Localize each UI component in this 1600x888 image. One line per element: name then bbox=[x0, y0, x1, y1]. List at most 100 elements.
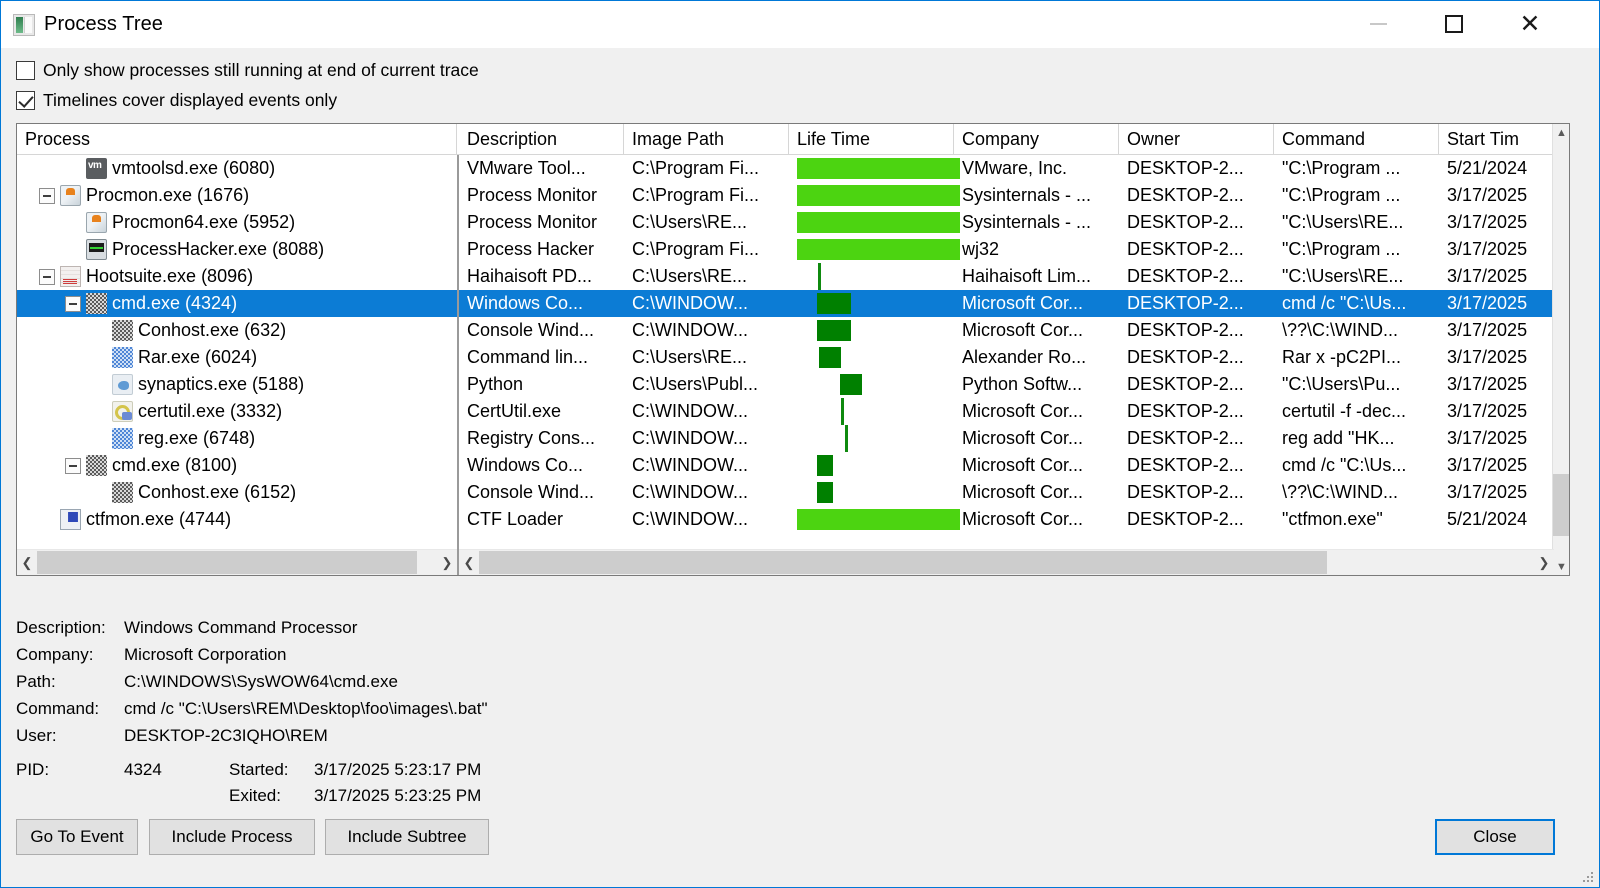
cell-command: \??\C:\WIND... bbox=[1282, 482, 1399, 502]
checkbox-timelines-displayed-only[interactable]: Timelines cover displayed events only bbox=[16, 90, 337, 111]
cell-company: VMware, Inc. bbox=[962, 158, 1068, 178]
process-list-view[interactable]: Process Description Image Path Life Time Com… bbox=[16, 123, 1570, 576]
column-header-company[interactable]: Company bbox=[954, 124, 1119, 154]
data-horizontal-scrollbar-thumb[interactable] bbox=[479, 551, 1327, 574]
table-row[interactable]: Procmon64.exe (5952) Process Monitor C:\Us… bbox=[17, 209, 1554, 236]
process-tree-node[interactable]: Procmon64.exe (5952) bbox=[65, 209, 297, 236]
process-tree-node[interactable]: ctfmon.exe (4744) bbox=[39, 506, 233, 533]
cell-image_path: C:\Program Fi... bbox=[632, 239, 760, 259]
table-row[interactable]: Rar.exe (6024) Command lin... C:\Users\RE.… bbox=[17, 344, 1554, 371]
life-time-bar bbox=[817, 293, 851, 314]
column-header-process[interactable]: Process bbox=[17, 124, 457, 154]
cell-command: "C:\Program ... bbox=[1282, 239, 1401, 259]
cell-start_time: 3/17/2025 bbox=[1447, 482, 1528, 502]
process-details-panel: Description: Windows Command Processor C… bbox=[1, 601, 1599, 811]
data-horizontal-scrollbar[interactable]: ❮ ❯ bbox=[459, 549, 1554, 575]
cell-owner: DESKTOP-2... bbox=[1127, 158, 1244, 178]
checkbox-box[interactable] bbox=[16, 61, 35, 80]
process-tree-node[interactable]: cmd.exe (8100) bbox=[65, 452, 239, 479]
process-tree-node[interactable]: cmd.exe (4324) bbox=[65, 290, 240, 317]
process-tree-node[interactable]: Hootsuite.exe (8096) bbox=[39, 263, 255, 290]
cell-image_path: C:\WINDOW... bbox=[632, 428, 748, 448]
table-row[interactable]: synaptics.exe (5188) Python C:\Users\Publ.… bbox=[17, 371, 1554, 398]
process-tree-node[interactable]: synaptics.exe (5188) bbox=[91, 371, 306, 398]
process-tree-node[interactable]: Rar.exe (6024) bbox=[91, 344, 259, 371]
expander-toggle-icon[interactable] bbox=[39, 187, 55, 204]
life-time-bar bbox=[797, 158, 960, 179]
process-name-label: vmtoolsd.exe (6080) bbox=[112, 158, 276, 178]
column-header-owner[interactable]: Owner bbox=[1119, 124, 1274, 154]
process-tree-node[interactable]: Procmon.exe (1676) bbox=[39, 182, 251, 209]
detail-value-exited: 3/17/2025 5:23:25 PM bbox=[314, 786, 482, 805]
table-row[interactable]: reg.exe (6748) Registry Cons... C:\WINDOW.… bbox=[17, 425, 1554, 452]
expander-toggle-icon[interactable] bbox=[39, 268, 55, 285]
tree-scroll-right-button[interactable]: ❯ bbox=[437, 550, 457, 575]
vertical-scrollbar[interactable]: ▲ ▼ bbox=[1552, 124, 1569, 575]
life-time-bar bbox=[797, 185, 960, 206]
table-row[interactable]: cmd.exe (4324) Windows Co... C:\WINDOW... M… bbox=[17, 290, 1554, 317]
cell-image_path: C:\Users\RE... bbox=[632, 266, 748, 286]
close-button[interactable]: Close bbox=[1435, 819, 1555, 855]
column-header-start_time[interactable]: Start Tim bbox=[1439, 124, 1554, 154]
tree-horizontal-scrollbar[interactable]: ❮ ❯ bbox=[17, 549, 457, 575]
tree-scroll-left-button[interactable]: ❮ bbox=[17, 550, 37, 575]
column-header-command[interactable]: Command bbox=[1274, 124, 1439, 154]
process-tree-node[interactable]: Conhost.exe (632) bbox=[91, 317, 288, 344]
include-subtree-button[interactable]: Include Subtree bbox=[325, 819, 489, 855]
process-name-label: Rar.exe (6024) bbox=[138, 347, 258, 367]
expander-toggle-icon[interactable] bbox=[65, 457, 81, 474]
cell-start_time: 3/17/2025 bbox=[1447, 347, 1528, 367]
detail-label-user: User: bbox=[16, 726, 57, 745]
table-row[interactable]: cmd.exe (8100) Windows Co... C:\WINDOW... M… bbox=[17, 452, 1554, 479]
life-time-bar bbox=[817, 455, 833, 476]
table-row[interactable]: Conhost.exe (6152) Console Wind... C:\WIND… bbox=[17, 479, 1554, 506]
expander-toggle-icon[interactable] bbox=[65, 295, 81, 312]
pane-splitter[interactable] bbox=[457, 155, 459, 575]
cell-company: Microsoft Cor... bbox=[962, 455, 1084, 475]
table-row[interactable]: Procmon.exe (1676) Process Monitor C:\Prog… bbox=[17, 182, 1554, 209]
table-row[interactable]: Hootsuite.exe (8096) Haihaisoft PD... C:\U… bbox=[17, 263, 1554, 290]
table-row[interactable]: certutil.exe (3332) CertUtil.exe C:\WINDOW… bbox=[17, 398, 1554, 425]
data-scroll-right-button[interactable]: ❯ bbox=[1534, 550, 1554, 575]
cell-description: Windows Co... bbox=[467, 455, 584, 475]
resize-grip[interactable] bbox=[1581, 870, 1595, 884]
process-tree-node[interactable]: certutil.exe (3332) bbox=[91, 398, 284, 425]
checkbox-box[interactable] bbox=[16, 91, 35, 110]
scroll-down-button[interactable]: ▼ bbox=[1553, 558, 1569, 575]
go-to-event-button[interactable]: Go To Event bbox=[16, 819, 138, 855]
process-tree-node[interactable]: Conhost.exe (6152) bbox=[91, 479, 298, 506]
table-row[interactable]: ctfmon.exe (4744) CTF Loader C:\WINDOW... M… bbox=[17, 506, 1554, 533]
scroll-up-button[interactable]: ▲ bbox=[1553, 124, 1569, 141]
column-header-image_path[interactable]: Image Path bbox=[624, 124, 789, 154]
cell-command: cmd /c "C:\Us... bbox=[1282, 293, 1407, 313]
cell-owner: DESKTOP-2... bbox=[1127, 482, 1244, 502]
checkbox-only-running[interactable]: Only show processes still running at end… bbox=[16, 60, 479, 81]
process-tree-node[interactable]: vmtoolsd.exe (6080) bbox=[65, 155, 277, 182]
include-process-button[interactable]: Include Process bbox=[149, 819, 315, 855]
detail-label-exited: Exited: bbox=[229, 786, 281, 805]
cell-company: Sysinternals - ... bbox=[962, 185, 1092, 205]
column-header-life_time[interactable]: Life Time bbox=[789, 124, 954, 154]
process-name-label: Hootsuite.exe (8096) bbox=[86, 266, 254, 286]
cell-start_time: 3/17/2025 bbox=[1447, 428, 1528, 448]
cell-owner: DESKTOP-2... bbox=[1127, 347, 1244, 367]
table-row[interactable]: vmtoolsd.exe (6080) VMware Tool... C:\Prog… bbox=[17, 155, 1554, 182]
data-scroll-left-button[interactable]: ❮ bbox=[459, 550, 479, 575]
cell-command: "C:\Users\RE... bbox=[1282, 266, 1404, 286]
column-header-description[interactable]: Description bbox=[459, 124, 624, 154]
cell-description: VMware Tool... bbox=[467, 158, 586, 178]
maximize-button[interactable] bbox=[1423, 1, 1485, 47]
cell-company: Python Softw... bbox=[962, 374, 1083, 394]
tree-horizontal-scrollbar-thumb[interactable] bbox=[37, 551, 417, 574]
process-tree-node[interactable]: ProcessHacker.exe (8088) bbox=[65, 236, 326, 263]
process-name-label: Conhost.exe (632) bbox=[138, 320, 287, 340]
cell-command: \??\C:\WIND... bbox=[1282, 320, 1399, 340]
detail-value-description: Windows Command Processor bbox=[124, 618, 358, 637]
process-hacker-icon bbox=[86, 239, 107, 260]
vertical-scrollbar-thumb[interactable] bbox=[1553, 474, 1569, 536]
close-window-button[interactable]: ✕ bbox=[1499, 1, 1561, 47]
table-row[interactable]: Conhost.exe (632) Console Wind... C:\WINDO… bbox=[17, 317, 1554, 344]
minimize-button[interactable] bbox=[1347, 1, 1409, 47]
table-row[interactable]: ProcessHacker.exe (8088) Process Hacker C:… bbox=[17, 236, 1554, 263]
process-tree-node[interactable]: reg.exe (6748) bbox=[91, 425, 257, 452]
